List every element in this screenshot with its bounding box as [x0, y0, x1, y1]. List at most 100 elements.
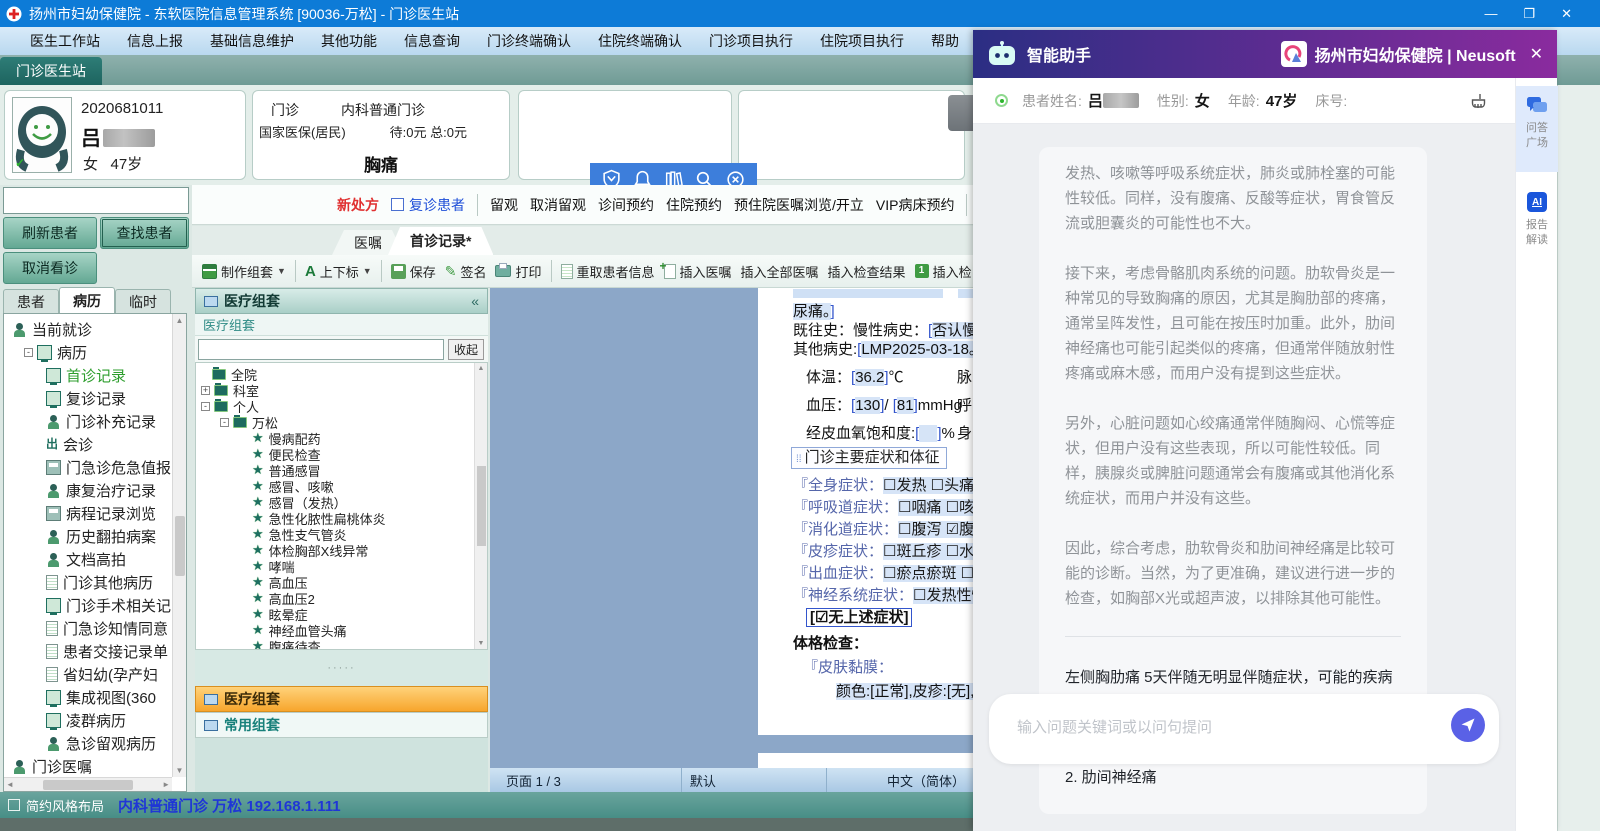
subscript-button[interactable]: A 上下标 ▼ — [305, 262, 372, 281]
tree-item-critical-value[interactable]: 门急诊危急值报 — [4, 456, 186, 479]
doc-none-of-above[interactable]: [☑无上述症状] — [806, 606, 913, 627]
scroll-thumb[interactable] — [174, 515, 185, 576]
menu-item-basic-info[interactable]: 基础信息维护 — [210, 31, 294, 51]
document-page[interactable]: 尿痛。] 既往史：慢性病史：[否认慢 其他病史:[LMP2025-03-18。 … — [758, 288, 975, 735]
visit-info-card[interactable]: 门诊 内科普通门诊 国家医保(居民) 待:0元 总:0元 胸痛 — [252, 90, 510, 180]
patient-summary-card[interactable]: ✓ 2020681011 吕 女 47岁 — [4, 90, 246, 180]
maximize-button[interactable]: ❐ — [1523, 6, 1535, 22]
tab-medical-record[interactable]: 病历 — [59, 287, 115, 313]
menu-item-outpatient-exec[interactable]: 门诊项目执行 — [709, 31, 793, 51]
menu-item-inpatient-exec[interactable]: 住院项目执行 — [820, 31, 904, 51]
templates-section-header[interactable]: 医疗组套 — [195, 686, 488, 712]
tree-item-consultation[interactable]: 出会诊 — [4, 433, 186, 456]
tree-item-current-visit[interactable]: 当前就诊 — [4, 318, 186, 341]
templates-panel-header[interactable]: 医疗组套 « — [195, 288, 488, 314]
vertical-scrollbar[interactable]: ▲ ▼ — [172, 314, 186, 777]
scroll-thumb[interactable] — [476, 466, 486, 546]
expand-icon[interactable]: + — [201, 385, 210, 395]
cancel-observe-button[interactable]: 取消留观 — [530, 195, 586, 215]
collapse-expander-icon[interactable]: - — [220, 417, 229, 427]
simple-layout-checkbox[interactable]: 简约风格布局 — [8, 796, 104, 815]
collapse-expander-icon[interactable]: - — [24, 348, 33, 357]
collapse-icon[interactable]: « — [471, 293, 479, 309]
new-prescription-button[interactable]: 新处方 — [337, 195, 379, 215]
doc-sym-general[interactable]: 『全身症状：☐发热 ☐头痛 — [793, 474, 975, 495]
common-templates-header[interactable]: 常用组套 — [195, 712, 488, 738]
admission-appointment-button[interactable]: 住院预约 — [666, 195, 722, 215]
tab-outpatient-doctor-station[interactable]: 门诊医生站 — [0, 57, 102, 85]
tree-item-progress-notes[interactable]: 病程记录浏览 — [4, 502, 186, 525]
menu-item-inpatient-terminal[interactable]: 住院终端确认 — [598, 31, 682, 51]
tree-item-lingqun-record[interactable]: 凌群病历 — [4, 709, 186, 732]
template-item[interactable]: ★ 普通感冒 — [196, 462, 487, 479]
tree-item-doc-capture[interactable]: 文档高拍 — [4, 548, 186, 571]
make-template-button[interactable]: 制作组套 ▼ — [202, 262, 286, 281]
tree-item-revisit-record[interactable]: 复诊记录 — [4, 387, 186, 410]
tree-item-integrated-view[interactable]: 集成视图(360 — [4, 686, 186, 709]
menu-item-help[interactable]: 帮助 — [931, 31, 959, 51]
doc-sym-digestive[interactable]: 『消化道症状：☐腹泻 ☑腹痛 — [793, 518, 975, 539]
tree-item-outpatient-orders[interactable]: 门诊医嘱 — [4, 755, 186, 778]
template-item[interactable]: ★ 便民检查 — [196, 446, 487, 463]
ai-close-button[interactable]: ✕ — [1530, 44, 1543, 64]
refresh-patients-button[interactable]: 刷新患者 — [3, 217, 97, 249]
template-item[interactable]: ★ 哮喘 — [196, 558, 487, 575]
template-item[interactable]: ★ 高血压2 — [196, 590, 487, 607]
scroll-up-icon[interactable]: ▲ — [176, 316, 184, 325]
print-button[interactable]: 打印 — [495, 262, 542, 281]
template-item[interactable]: ★ 体检胸部X线异常 — [196, 542, 487, 559]
partially-hidden-button[interactable] — [948, 95, 975, 131]
find-patient-button[interactable]: 查找患者 — [100, 217, 189, 249]
refetch-patient-button[interactable]: 重取患者信息 — [560, 262, 655, 281]
checkbox-icon[interactable] — [391, 198, 404, 211]
clear-chat-icon[interactable] — [1469, 92, 1487, 110]
menu-item-doctor-workstation[interactable]: 医生工作站 — [30, 31, 100, 51]
insert-order-button[interactable]: 插入医嘱 — [660, 259, 732, 281]
sign-button[interactable]: ✎ 签名 — [445, 262, 487, 281]
rail-item-report-reading[interactable]: AI 报告解读 — [1516, 182, 1558, 268]
tab-patient[interactable]: 患者 — [3, 289, 59, 313]
tree-item-informed-consent[interactable]: 门急诊知情同意 — [4, 617, 186, 640]
scroll-thumb[interactable] — [42, 779, 134, 790]
close-button[interactable]: ✕ — [1561, 6, 1572, 22]
patient-search-input[interactable] — [3, 187, 189, 214]
menu-item-outpatient-terminal[interactable]: 门诊终端确认 — [487, 31, 571, 51]
insert-all-orders-button[interactable]: 插入全部医嘱 — [741, 262, 819, 281]
rail-item-qa-plaza[interactable]: 问答广场 — [1516, 86, 1558, 172]
revisit-checkbox[interactable]: 复诊患者 — [391, 195, 465, 215]
menu-item-info-query[interactable]: 信息查询 — [404, 31, 460, 51]
scroll-left-icon[interactable]: ◄ — [6, 780, 14, 789]
vertical-scrollbar[interactable]: ▲ ▼ — [474, 363, 487, 649]
scroll-right-icon[interactable]: ► — [162, 780, 170, 789]
observe-button[interactable]: 留观 — [490, 195, 518, 215]
doc-sym-bleeding[interactable]: 『出血症状：☐瘀点瘀斑 ☐呕 — [793, 562, 975, 583]
tab-temporary[interactable]: 临时 — [115, 289, 171, 313]
minimize-button[interactable]: — — [1484, 6, 1497, 21]
ai-input-box[interactable]: 输入问题关键词或以问句提问 — [989, 694, 1499, 764]
send-button[interactable] — [1451, 708, 1485, 742]
collapse-tree-button[interactable]: 收起 — [448, 338, 484, 360]
tree-item-surgery-related[interactable]: 门诊手术相关记 — [4, 594, 186, 617]
scroll-down-icon[interactable]: ▼ — [176, 766, 184, 775]
tree-item-other-records[interactable]: 门诊其他病历 — [4, 571, 186, 594]
cancel-visit-button[interactable]: 取消看诊 — [3, 252, 97, 284]
menu-item-info-report[interactable]: 信息上报 — [127, 31, 183, 51]
save-button[interactable]: 保存 — [390, 262, 436, 281]
pre-admission-orders-button[interactable]: 预住院医嘱浏览/开立 — [734, 195, 864, 215]
doc-sym-neuro[interactable]: 『神经系统症状：☐发热性惊 — [793, 584, 975, 605]
checkbox-icon[interactable] — [8, 799, 20, 811]
clinic-appointment-button[interactable]: 诊间预约 — [598, 195, 654, 215]
tree-item-wansong[interactable]: - 万松 — [196, 414, 487, 431]
tree-item-provincial-mch[interactable]: 省妇幼(孕产妇 — [4, 663, 186, 686]
tree-item-rehab-record[interactable]: 康复治疗记录 — [4, 479, 186, 502]
template-item[interactable]: ★ 神经血管头痛 — [196, 622, 487, 639]
tree-item-first-visit-record[interactable]: 首诊记录 — [4, 364, 186, 387]
tree-item-history-scan[interactable]: 历史翻拍病案 — [4, 525, 186, 548]
template-item[interactable]: ★ 腹痛待查 — [196, 638, 487, 649]
collapse-expander-icon[interactable]: - — [201, 401, 210, 411]
insert-exam-result-button[interactable]: 插入检查结果 — [828, 262, 906, 281]
template-item[interactable]: ★ 慢病配药 — [196, 430, 487, 447]
doc-sym-respiratory[interactable]: 『呼吸道症状：☐咽痛 ☐咳嗽 — [793, 496, 975, 517]
insert-more-button[interactable]: 1 插入检 — [914, 262, 972, 281]
horizontal-scrollbar[interactable]: ◄ ► — [4, 777, 172, 791]
